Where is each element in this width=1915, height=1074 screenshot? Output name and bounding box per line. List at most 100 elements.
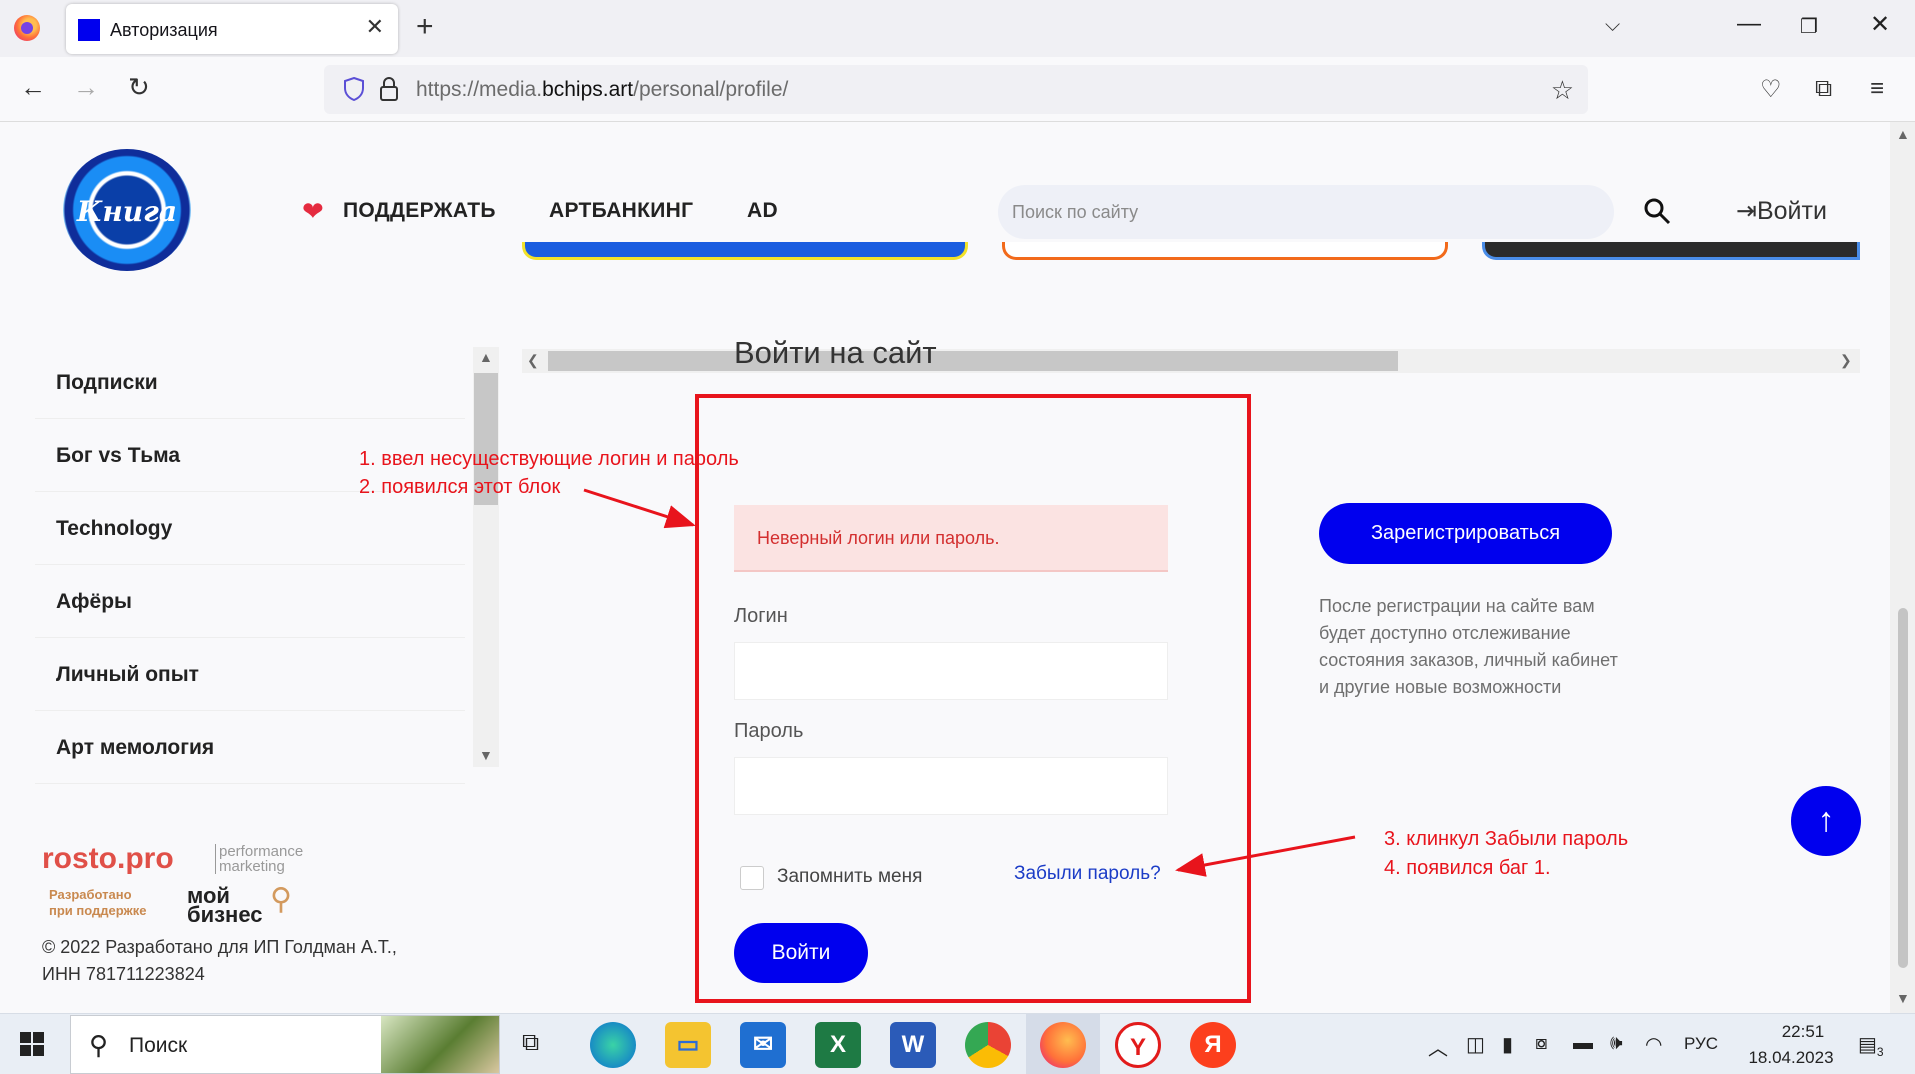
search-icon[interactable] — [1643, 197, 1671, 225]
word-icon[interactable]: W — [890, 1022, 936, 1068]
firefox-icon[interactable] — [1040, 1022, 1086, 1068]
moy-biznes-logo[interactable]: мой бизнес — [187, 885, 263, 927]
tab-title: Авторизация — [110, 20, 218, 40]
sidebar-item-art-memology[interactable]: Арт мемология — [35, 712, 465, 784]
back-icon[interactable]: ← — [20, 74, 46, 100]
clock-date[interactable]: 18.04.2023 — [1736, 1048, 1846, 1068]
lock-icon[interactable] — [380, 77, 398, 101]
scroll-left-icon[interactable]: ❮ — [527, 352, 539, 369]
firefox-icon[interactable] — [14, 15, 40, 41]
card-preview[interactable] — [1482, 242, 1860, 260]
reload-icon[interactable]: ↻ — [128, 74, 150, 100]
sidebar-item-label: Бог vs Тьма — [56, 444, 181, 467]
chrome-icon[interactable] — [965, 1022, 1011, 1068]
shield-icon[interactable] — [344, 77, 364, 101]
scroll-up-icon[interactable]: ▲ — [479, 349, 493, 365]
rosto-logo[interactable]: rosto.pro — [42, 842, 174, 876]
forward-icon[interactable]: → — [73, 74, 99, 100]
microphone-icon[interactable]: ▮ — [1502, 1032, 1513, 1057]
scroll-down-icon[interactable]: ▼ — [1896, 990, 1910, 1006]
site-search-input[interactable] — [998, 185, 1614, 239]
copyright: © 2022 Разработано для ИП Голдман А.Т., И… — [42, 934, 397, 988]
heart-icon: ❤ — [302, 196, 324, 226]
card-preview[interactable] — [1002, 242, 1448, 260]
nav-support[interactable]: ПОДДЕРЖАТЬ — [343, 199, 496, 223]
new-tab-icon[interactable]: + — [416, 10, 434, 44]
screen-record-icon[interactable]: ⧇ — [1535, 1032, 1548, 1055]
login-arrow-icon: ⇥ — [1736, 197, 1757, 225]
tab-favicon-icon — [78, 19, 100, 41]
battery-icon[interactable]: ▬ — [1573, 1032, 1593, 1055]
header-login-label: Войти — [1756, 197, 1827, 225]
windows-taskbar: ⚲ Поиск ⧉ ▭ ✉ X W Y Я ︿ ◫ ▮ ⧇ ▬ 🕪 ◠ РУС … — [0, 1013, 1915, 1074]
close-window-icon[interactable]: ✕ — [1870, 10, 1890, 39]
scrollbar-thumb[interactable] — [548, 351, 1398, 371]
yandex-browser-icon[interactable]: Y — [1115, 1022, 1161, 1068]
rosto-subtitle: performance marketing — [215, 844, 303, 874]
login-title: Войти на сайт — [734, 335, 937, 370]
browser-tab[interactable]: Авторизация ✕ — [66, 4, 398, 54]
scroll-to-top-button[interactable]: ↑ — [1791, 786, 1861, 856]
nav-ad[interactable]: AD — [747, 199, 778, 223]
excel-icon[interactable]: X — [815, 1022, 861, 1068]
sidebar-item-subscriptions[interactable]: Подписки — [35, 347, 465, 419]
browser-nav-bar: ← → ↻ https://media.bchips.art/personal/… — [0, 57, 1915, 122]
menu-icon[interactable]: ≡ — [1870, 75, 1884, 103]
register-button[interactable]: Зарегистрироваться — [1319, 503, 1612, 564]
horizontal-scrollbar[interactable]: ❮ ❯ — [522, 349, 1860, 373]
site-logo[interactable]: Книга — [63, 149, 191, 271]
register-note: После регистрации на сайте вам будет дос… — [1319, 596, 1618, 697]
scroll-down-icon[interactable]: ▼ — [479, 747, 493, 763]
header-login-link[interactable]: ⇥Войти — [1736, 196, 1827, 226]
clock-time[interactable]: 22:51 — [1758, 1022, 1848, 1042]
scrollbar-thumb[interactable] — [1898, 608, 1908, 968]
page-scrollbar[interactable]: ▲ ▼ — [1890, 122, 1915, 1013]
pocket-icon[interactable]: ♡ — [1760, 75, 1782, 104]
minimize-icon[interactable]: — — [1737, 10, 1761, 38]
yandex-icon[interactable]: Я — [1190, 1022, 1236, 1068]
support-note-2: при поддержке — [49, 903, 147, 918]
camera-icon[interactable]: ◫ — [1466, 1032, 1485, 1057]
scroll-right-icon[interactable]: ❯ — [1840, 352, 1852, 369]
url-text[interactable]: https://media.bchips.art/personal/profil… — [416, 78, 788, 102]
copyright-line-1: © 2022 Разработано для ИП Голдман А.Т., — [42, 937, 397, 957]
tray-chevron-icon[interactable]: ︿ — [1428, 1032, 1448, 1061]
sidebar-item-label: Личный опыт — [56, 663, 199, 686]
sidebar-item-personal-experience[interactable]: Личный опыт — [35, 639, 465, 711]
taskbar-search[interactable]: ⚲ Поиск — [70, 1015, 500, 1074]
file-explorer-icon[interactable]: ▭ — [665, 1022, 711, 1068]
language-indicator[interactable]: РУС — [1684, 1034, 1718, 1054]
task-view-icon[interactable]: ⧉ — [522, 1029, 539, 1057]
arrow-up-icon: ↑ — [1817, 801, 1835, 839]
annotation-1: 1. ввел несуществующие логин и пароль — [359, 448, 739, 470]
extensions-icon[interactable]: ⧉ — [1815, 75, 1832, 103]
windows-start-icon[interactable] — [20, 1032, 44, 1056]
sidebar-categories: Подписки Бог vs Тьма Technology Афёры Ли… — [35, 347, 465, 784]
notifications-icon[interactable]: ▤3 — [1858, 1032, 1884, 1059]
search-highlight-image — [381, 1016, 499, 1073]
bookmark-star-icon[interactable]: ☆ — [1551, 75, 1574, 106]
search-icon: ⚲ — [89, 1030, 109, 1060]
sidebar-item-technology[interactable]: Technology — [35, 493, 465, 565]
mail-icon[interactable]: ✉ — [740, 1022, 786, 1068]
nav-artbanking[interactable]: АРТБАНКИНГ — [549, 199, 693, 223]
close-tab-icon[interactable]: ✕ — [366, 14, 384, 40]
wifi-icon[interactable]: ◠ — [1645, 1032, 1662, 1057]
edge-icon[interactable] — [590, 1022, 636, 1068]
location-pin-icon: ⚲ — [270, 883, 292, 916]
annotation-frame — [695, 394, 1251, 1003]
restore-icon[interactable]: ❐ — [1800, 14, 1818, 39]
card-preview[interactable] — [522, 242, 968, 260]
volume-icon[interactable]: 🕪 — [1610, 1032, 1623, 1055]
annotation-2: 2. появился этот блок — [359, 476, 561, 498]
web-page: Книга ❤ ПОДДЕРЖАТЬ АРТБАНКИНГ AD ⇥ Войти … — [0, 122, 1890, 1013]
scroll-up-icon[interactable]: ▲ — [1896, 126, 1910, 142]
chevron-down-icon[interactable]: ⌵ — [1605, 14, 1620, 37]
url-bar[interactable]: https://media.bchips.art/personal/profil… — [324, 65, 1588, 114]
annotation-4: 4. появился баг 1. — [1384, 857, 1551, 879]
sidebar-item-label: Афёры — [56, 590, 132, 613]
biz-logo-2: бизнес — [187, 902, 263, 927]
sidebar-item-scams[interactable]: Афёры — [35, 566, 465, 638]
support-note: Разработано при поддержке — [49, 887, 146, 919]
sidebar-scrollbar[interactable]: ▲ ▼ — [473, 347, 499, 767]
